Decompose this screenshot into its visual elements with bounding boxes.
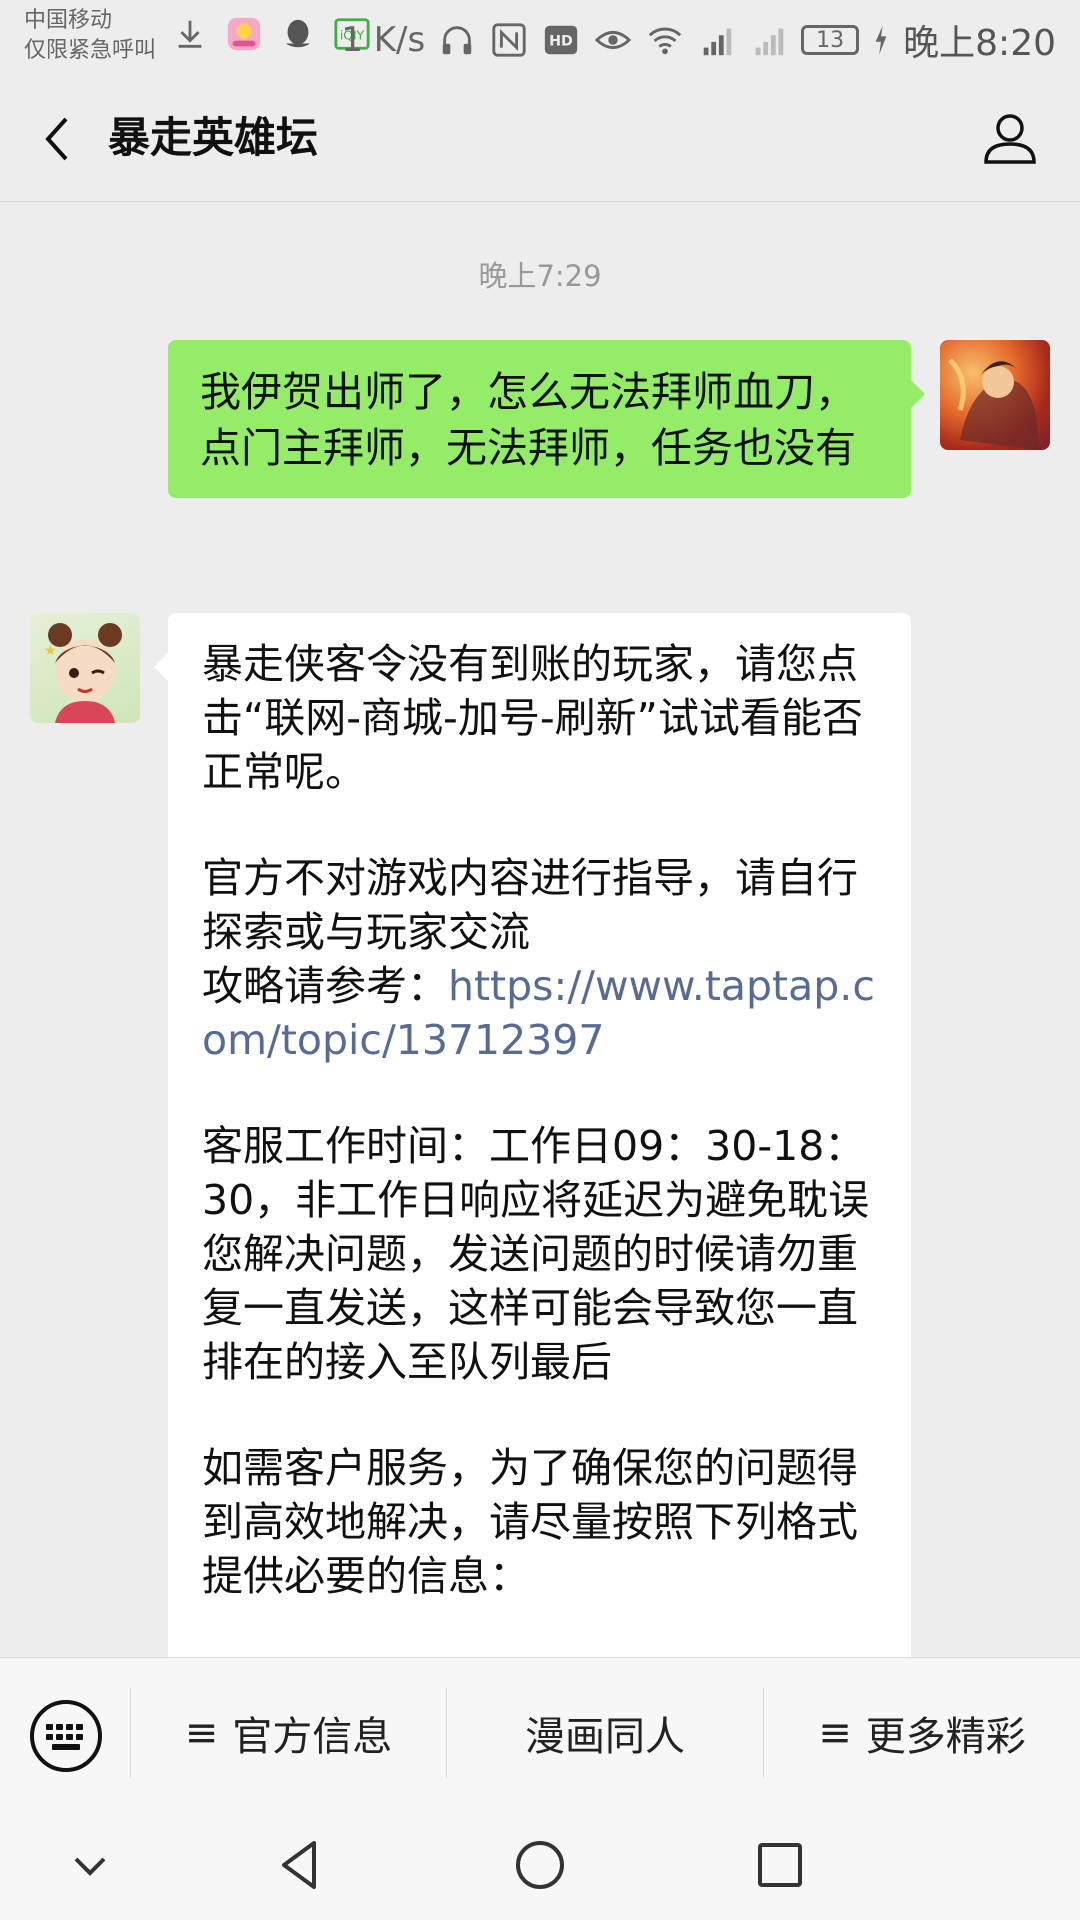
nav-collapse-button[interactable]	[60, 1835, 120, 1895]
svg-text:★: ★	[44, 643, 57, 659]
app-icon	[224, 14, 264, 54]
my-avatar[interactable]	[940, 340, 1050, 450]
menu-list-icon: ≡	[818, 1710, 852, 1756]
system-status: 1 K/s HD 13 晚上8:20	[341, 14, 1056, 66]
battery-indicator: 13	[801, 25, 860, 55]
menu-comics-label: 漫画同人	[525, 1714, 685, 1760]
chat-header: 暴走英雄坛	[0, 76, 1080, 202]
net-speed: 1 K/s	[341, 20, 426, 60]
nav-recents-button[interactable]	[750, 1835, 810, 1895]
received-message[interactable]: 暴走侠客令没有到账的玩家，请您点击“联网-商城-加号-刷新”试试看能否正常呢。 …	[154, 613, 911, 1657]
clock: 晚上8:20	[903, 23, 1056, 64]
nfc-icon	[489, 20, 529, 60]
back-button[interactable]	[32, 111, 88, 167]
chat-area[interactable]: 晚上7:29 我伊贺出师了，怎么无法拜师血刀，点门主拜师，无法拜师，任务也没有 …	[0, 203, 1080, 1657]
menu-official-info[interactable]: ≡ 官方信息	[131, 1658, 446, 1808]
signal-4g-icon	[697, 20, 737, 60]
reply-guidance-text: 官方不对游戏内容进行指导，请自行探索或与玩家交流	[202, 854, 858, 956]
menu-more[interactable]: ≡ 更多精彩	[764, 1658, 1080, 1808]
menu-list-icon: ≡	[184, 1710, 219, 1756]
menu-more-label: 更多精彩	[865, 1714, 1026, 1760]
back-arrow-icon	[45, 117, 68, 161]
charging-icon	[871, 20, 891, 60]
menu-comics[interactable]: 漫画同人	[447, 1658, 763, 1808]
headphone-icon	[437, 20, 477, 60]
status-bar: 中国移动 仅限紧急呼叫 iQIY 1 K/s HD 13 晚上8:20	[0, 0, 1080, 76]
circle-home-icon	[516, 1841, 564, 1889]
hd-icon: HD	[541, 20, 581, 60]
svg-text:HD: HD	[549, 34, 573, 50]
reply-paragraph-2: 官方不对游戏内容进行指导，请自行探索或与玩家交流 攻略请参考：https://w…	[202, 851, 879, 1067]
carrier-status: 仅限紧急呼叫	[24, 38, 157, 63]
person-icon	[984, 114, 1036, 164]
system-nav-bar	[0, 1807, 1080, 1920]
keyboard-icon	[30, 1700, 102, 1772]
download-icon	[170, 14, 210, 54]
chevron-down-icon	[74, 1857, 106, 1876]
menu-official-info-label: 官方信息	[232, 1714, 393, 1760]
official-avatar[interactable]: ★	[30, 613, 140, 723]
reply-guide-prefix: 攻略请参考：	[202, 962, 448, 1010]
qq-icon	[278, 14, 318, 54]
reply-paragraph-1: 暴走侠客令没有到账的玩家，请您点击“联网-商城-加号-刷新”试试看能否正常呢。	[202, 640, 863, 796]
custom-menu-bar: ≡ 官方信息 漫画同人 ≡ 更多精彩	[0, 1657, 1080, 1807]
carrier-info: 中国移动 仅限紧急呼叫	[24, 6, 156, 66]
nav-home-button[interactable]	[510, 1835, 570, 1895]
eye-icon	[593, 20, 633, 60]
profile-button[interactable]	[980, 108, 1040, 168]
keyboard-toggle-button[interactable]	[28, 1698, 104, 1774]
reply-paragraph-3: 客服工作时间：工作日09：30-18：30，非工作日响应将延迟为避免耽误您解决问…	[202, 1122, 870, 1386]
signal-icon	[749, 20, 789, 60]
wifi-icon	[645, 20, 685, 60]
triangle-back-icon	[282, 1841, 316, 1889]
sent-message[interactable]: 我伊贺出师了，怎么无法拜师血刀，点门主拜师，无法拜师，任务也没有	[168, 340, 925, 498]
message-timestamp: 晚上7:29	[478, 259, 602, 293]
reply-paragraph-4: 如需客户服务，为了确保您的问题得到高效地解决，请尽量按照下列格式提供必要的信息：	[202, 1444, 858, 1600]
carrier-name: 中国移动	[24, 8, 113, 33]
nav-back-button[interactable]	[270, 1835, 330, 1895]
page-title: 暴走英雄坛	[108, 113, 319, 162]
square-recents-icon	[758, 1843, 802, 1887]
